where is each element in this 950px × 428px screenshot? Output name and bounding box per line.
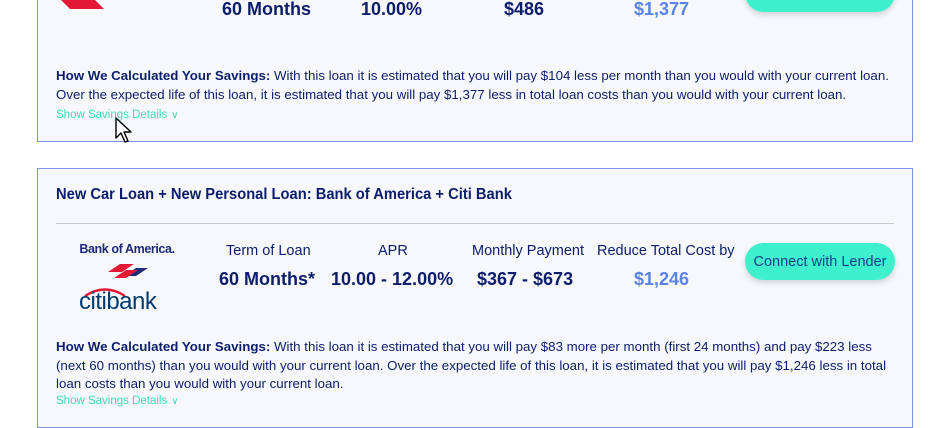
savings-label: Reduce Total Cost by <box>597 243 735 259</box>
savings-explanation: How We Calculated Your Savings: With thi… <box>56 338 898 394</box>
chevron-down-icon: ∨ <box>171 396 179 407</box>
term-value: 60 Months <box>222 0 312 19</box>
show-savings-details-label: Show Savings Details <box>56 395 168 407</box>
bofa-flag-icon <box>108 264 148 278</box>
chevron-down-icon: ∨ <box>171 110 179 121</box>
bank-of-america-logo: Bank of America. <box>79 242 175 280</box>
divider <box>56 223 894 224</box>
savings-explanation-label: How We Calculated Your Savings: <box>56 339 271 354</box>
loan-offer-card-2: New Car Loan + New Personal Loan: Bank o… <box>37 168 913 428</box>
monthly-payment-value: $486 <box>504 0 545 19</box>
apr-value: 10.00% <box>361 0 423 19</box>
show-savings-details-link[interactable]: Show Savings Details ∨ <box>56 395 179 407</box>
card-title: New Car Loan + New Personal Loan: Bank o… <box>56 186 512 203</box>
monthly-payment-value: $367 - $673 <box>477 269 574 289</box>
savings-explanation-label: How We Calculated Your Savings: <box>56 68 271 83</box>
bofa-logo-text: Bank of America. <box>79 242 175 256</box>
lender-logo-partial <box>61 0 104 9</box>
connect-with-lender-button[interactable] <box>745 0 895 12</box>
savings-explanation: How We Calculated Your Savings: With thi… <box>56 67 898 104</box>
term-label: Term of Loan <box>226 243 311 259</box>
monthly-payment-label: Monthly Payment <box>472 243 585 259</box>
term-value: 60 Months* <box>219 269 316 289</box>
citibank-logo-text: citibank <box>79 288 157 315</box>
mouse-cursor-icon <box>115 117 132 143</box>
connect-with-lender-button[interactable]: Connect with Lender <box>745 243 895 280</box>
citibank-logo: citibank <box>79 287 175 315</box>
apr-label: APR <box>378 243 408 259</box>
loan-offer-card-1: 60 Months 10.00% $486 $1,377 How We Calc… <box>37 0 913 142</box>
apr-value: 10.00 - 12.00% <box>331 269 454 289</box>
savings-value: $1,377 <box>634 0 690 19</box>
savings-value: $1,246 <box>634 269 690 289</box>
show-savings-details-label: Show Savings Details <box>56 109 168 121</box>
